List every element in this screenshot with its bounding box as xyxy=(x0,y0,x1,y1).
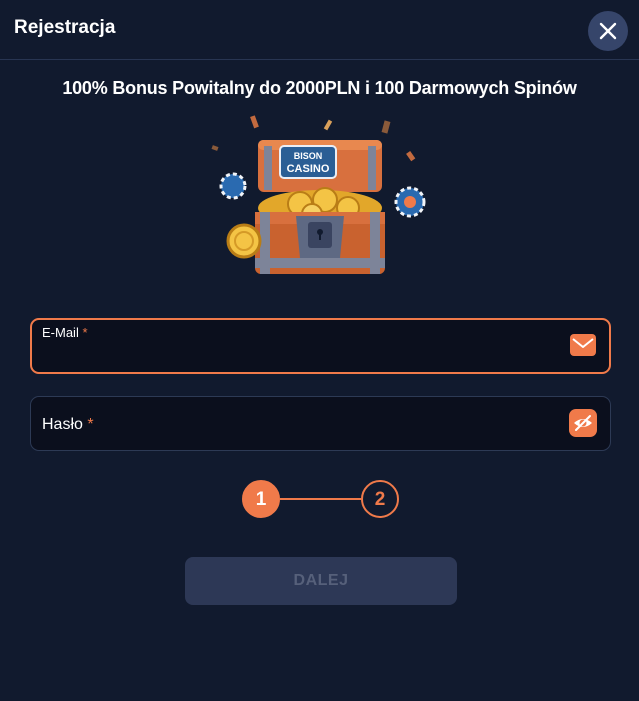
email-input[interactable] xyxy=(42,344,546,370)
password-field[interactable]: Hasło * xyxy=(30,396,611,451)
registration-modal: Rejestracja 100% Bonus Powitalny do 2000… xyxy=(0,0,639,701)
next-button[interactable]: DALEJ xyxy=(185,557,457,605)
email-field[interactable]: E-Mail * xyxy=(30,318,611,374)
close-icon xyxy=(599,22,617,40)
email-label: E-Mail * xyxy=(42,325,88,340)
promo-headline: 100% Bonus Powitalny do 2000PLN i 100 Da… xyxy=(62,78,577,98)
modal-title: Rejestracja xyxy=(14,17,116,38)
password-label: Hasło * xyxy=(42,416,94,433)
step-1-current: 1 xyxy=(242,480,280,518)
modal-header: Rejestracja xyxy=(0,0,639,60)
logo-text-top: BISON xyxy=(294,151,323,161)
treasure-chest-illustration: BISON CASINO xyxy=(211,115,426,274)
logo-text-bottom: CASINO xyxy=(287,163,330,175)
step-2: 2 xyxy=(361,480,399,518)
eye-toggle-icon[interactable] xyxy=(569,409,597,437)
close-button[interactable] xyxy=(588,11,628,51)
step-connector xyxy=(280,498,361,500)
password-input[interactable] xyxy=(111,411,535,437)
envelope-icon xyxy=(570,334,596,356)
